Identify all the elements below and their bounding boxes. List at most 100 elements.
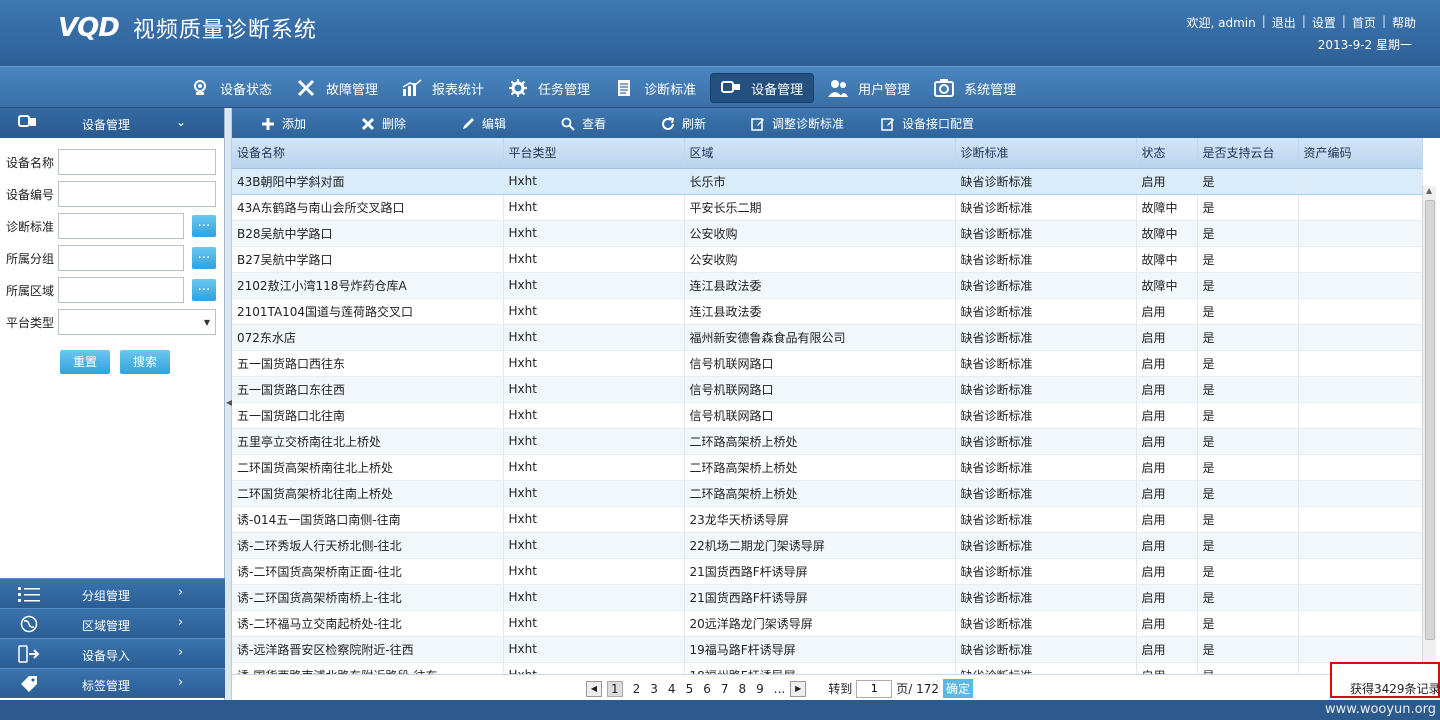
goto-page-input[interactable] — [856, 679, 893, 698]
sidebar-splitter[interactable]: ◀ — [225, 108, 232, 700]
delete-button[interactable]: 删除 — [360, 115, 406, 132]
area-input[interactable] — [58, 277, 184, 303]
page-number[interactable]: 2 — [633, 682, 641, 696]
table-row[interactable]: B27吴航中学路口 Hxht 公安收购 缺省诊断标准 故障中是 — [232, 246, 1423, 273]
standard-input[interactable] — [58, 213, 184, 239]
nav-device-management[interactable]: 设备管理 — [710, 73, 815, 103]
table-row[interactable]: 诱-二环国货高架桥南正面-往北 Hxht 21国货西路F杆诱导屏 缺省诊断标准 启用是 — [232, 558, 1423, 585]
prev-page-button[interactable]: ◀ — [586, 680, 602, 697]
column-header[interactable]: 资产编码 — [1298, 138, 1423, 169]
table-row[interactable]: 二环国货高架桥南往北上桥处 Hxht 二环路高架桥上桥处 缺省诊断标准 启用是 — [232, 454, 1423, 481]
edit-button[interactable]: 编辑 — [460, 115, 506, 132]
table-cell: Hxht — [503, 480, 685, 507]
sidebar-item-group-management[interactable]: 分组管理 › — [0, 578, 225, 608]
standard-browse-button[interactable]: ... — [192, 215, 216, 237]
column-header[interactable]: 平台类型 — [503, 138, 685, 169]
page-number[interactable]: 5 — [686, 682, 694, 696]
page-number[interactable]: 4 — [668, 682, 676, 696]
table-cell: 诱-国货西路南浦北路东附近路段-往东 — [232, 662, 504, 674]
area-browse-button[interactable]: ... — [192, 279, 216, 301]
tag-icon — [18, 675, 40, 693]
standard-label: 诊断标准 — [6, 219, 55, 234]
add-button[interactable]: 添加 — [260, 115, 306, 132]
column-header[interactable]: 诊断标准 — [955, 138, 1137, 169]
nav-reports[interactable]: 报表统计 — [392, 73, 494, 103]
search-button[interactable]: 搜索 — [120, 350, 170, 374]
logout-link[interactable]: 退出 — [1272, 14, 1296, 31]
table-row[interactable]: 诱-二环福马立交南起桥处-往北 Hxht 20远洋路龙门架诱导屏 缺省诊断标准 启用是 — [232, 610, 1423, 637]
page-number[interactable]: 6 — [703, 682, 711, 696]
table-row[interactable]: 五里亭立交桥南往北上桥处 Hxht 二环路高架桥上桥处 缺省诊断标准 启用是 — [232, 428, 1423, 455]
platform-select[interactable]: ▼ — [58, 309, 216, 335]
table-row[interactable]: 诱-二环秀坂人行天桥北侧-往北 Hxht 22机场二期龙门架诱导屏 缺省诊断标准 启用是 — [232, 532, 1423, 559]
column-header[interactable]: 状态 — [1136, 138, 1198, 169]
table-row[interactable]: 五一国货路口东往西 Hxht 信号机联网路口 缺省诊断标准 启用是 — [232, 376, 1423, 403]
table-cell — [1298, 610, 1423, 637]
sidebar-item-area-management[interactable]: 区域管理 › — [0, 608, 225, 638]
group-label: 所属分组 — [6, 251, 55, 266]
table-row[interactable]: 072东水店 Hxht 福州新安德鲁森食品有限公司 缺省诊断标准 启用是 — [232, 324, 1423, 351]
nav-user-management[interactable]: 用户管理 — [818, 73, 920, 103]
column-header[interactable]: 是否支持云台 — [1197, 138, 1299, 169]
table-row[interactable]: 二环国货高架桥北往南上桥处 Hxht 二环路高架桥上桥处 缺省诊断标准 启用是 — [232, 480, 1423, 507]
next-page-button[interactable]: ▶ — [790, 680, 807, 697]
goto-confirm-button[interactable]: 确定 — [943, 679, 974, 698]
view-label: 查看 — [582, 117, 607, 131]
sidebar-header[interactable]: 设备管理 ⌄ — [0, 108, 224, 138]
table-cell: 缺省诊断标准 — [955, 194, 1137, 221]
page-number[interactable]: 1 — [607, 680, 623, 697]
reset-button[interactable]: 重置 — [60, 350, 110, 374]
table-cell — [1298, 454, 1423, 481]
adjust-standard-label: 调整诊断标准 — [772, 117, 845, 131]
table-cell: 是 — [1197, 350, 1299, 377]
table-row[interactable]: 五一国货路口北往南 Hxht 信号机联网路口 缺省诊断标准 启用是 — [232, 402, 1423, 429]
table-row[interactable]: 2101TA104国道与莲荷路交叉口 Hxht 连江县政法委 缺省诊断标准 启用是 — [232, 298, 1423, 325]
group-input[interactable] — [58, 245, 184, 271]
page-number[interactable]: 3 — [650, 682, 658, 696]
table-row[interactable]: 诱-国货西路南浦北路东附近路段-往东Hxht18福州路F杆诱导屏缺省诊断标准启用… — [232, 662, 1423, 674]
device-name-input[interactable] — [58, 149, 216, 175]
import-icon — [18, 645, 40, 663]
table-row[interactable]: 43A东鹤路与南山会所交叉路口 Hxht 平安长乐二期 缺省诊断标准 故障中是 — [232, 194, 1423, 221]
table-header-row: 设备名称 平台类型 区域 诊断标准 状态 是否支持云台 资产编码 — [232, 138, 1423, 169]
page-number[interactable]: 8 — [738, 682, 746, 696]
table-cell — [1298, 532, 1423, 559]
view-button[interactable]: 查看 — [560, 115, 606, 132]
nav-system-management[interactable]: 系统管理 — [924, 73, 1026, 103]
sidebar-item-label: 分组管理 — [82, 589, 131, 603]
nav-diagnosis-standard[interactable]: 诊断标准 — [604, 73, 706, 103]
group-browse-button[interactable]: ... — [192, 247, 216, 269]
sidebar-item-label: 标签管理 — [82, 679, 131, 693]
scrollbar-thumb[interactable] — [1425, 200, 1435, 640]
settings-link[interactable]: 设置 — [1312, 14, 1336, 31]
nav-fault-management[interactable]: 故障管理 — [286, 73, 388, 103]
adjust-standard-button[interactable]: 调整诊断标准 — [750, 115, 844, 132]
table-cell: 故障中 — [1136, 194, 1198, 221]
table-row[interactable]: 五一国货路口西往东 Hxht 信号机联网路口 缺省诊断标准 启用是 — [232, 350, 1423, 377]
vertical-scrollbar[interactable]: ▲ — [1422, 186, 1436, 674]
table-row[interactable]: 诱-远洋路晋安区检察院附近-往西 Hxht 19福马路F杆诱导屏 缺省诊断标准 启用是 — [232, 636, 1423, 663]
table-row[interactable]: 43B朝阳中学斜对面 Hxht 长乐市 缺省诊断标准 启用是 — [232, 168, 1423, 195]
nav-task-management[interactable]: 任务管理 — [498, 73, 600, 103]
help-link[interactable]: 帮助 — [1392, 14, 1416, 31]
interface-config-button[interactable]: 设备接口配置 — [880, 115, 974, 132]
home-link[interactable]: 首页 — [1352, 14, 1376, 31]
device-code-input[interactable] — [58, 181, 216, 207]
table-row[interactable]: 诱-014五一国货路口南侧-往南 Hxht 23龙华天桥诱导屏 缺省诊断标准 启用是 — [232, 506, 1423, 533]
refresh-button[interactable]: 刷新 — [660, 115, 706, 132]
sidebar-item-device-import[interactable]: 设备导入 › — [0, 638, 225, 668]
nav-device-status[interactable]: 设备状态 — [180, 73, 282, 103]
table-cell: 启用 — [1136, 428, 1198, 455]
column-header[interactable]: 区域 — [684, 138, 956, 169]
table-row[interactable]: B28吴航中学路口 Hxht 公安收购 缺省诊断标准 故障中是 — [232, 220, 1423, 247]
table-cell: Hxht — [503, 324, 685, 351]
scroll-up-icon[interactable]: ▲ — [1426, 186, 1432, 195]
table-row[interactable]: 诱-二环国货高架桥南桥上-往北 Hxht 21国货西路F杆诱导屏 缺省诊断标准 启用是 — [232, 584, 1423, 611]
column-header[interactable]: 设备名称 — [232, 138, 504, 169]
sidebar-item-tag-management[interactable]: 标签管理 › — [0, 668, 225, 698]
table-row[interactable]: 2102敖江小湾118号炸药仓库A Hxht 连江县政法委 缺省诊断标准 故障中是 — [232, 272, 1423, 299]
table-cell: 是 — [1197, 610, 1299, 637]
table-cell: Hxht — [503, 558, 685, 585]
page-number[interactable]: 9 — [756, 682, 764, 696]
page-number[interactable]: 7 — [721, 682, 729, 696]
